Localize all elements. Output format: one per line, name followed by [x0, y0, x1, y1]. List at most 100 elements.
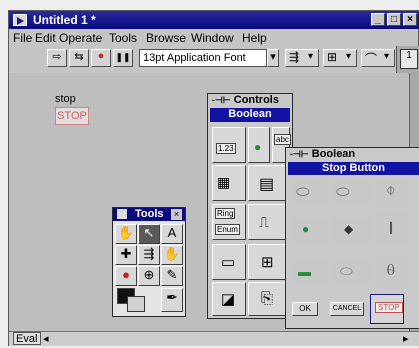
dialog-controls-button[interactable]: ⊞ — [248, 244, 290, 280]
run-button[interactable]: ⇨ — [47, 49, 67, 67]
select-icon: ⎘ — [261, 290, 274, 307]
run-continuously-button[interactable]: ⇆ — [69, 49, 89, 67]
ellipse-icon: ⬭ — [336, 184, 350, 201]
ring-label: Ring — [215, 208, 236, 219]
operating-mode[interactable]: Eval — [13, 332, 41, 345]
distribute-icon: ⊞ — [327, 50, 338, 64]
controls-palette: -⊣⊢ Controls Boolean 1.23 ● abc ▦ ▤ Ring… — [207, 93, 293, 319]
chevron-down-icon: ▾ — [346, 51, 352, 62]
array-icon: ▦ — [217, 174, 231, 190]
vi-icon[interactable]: 1 — [400, 49, 418, 69]
scroll-right-arrow[interactable]: ▸ — [403, 332, 409, 345]
button-icon: ◆ — [344, 222, 354, 236]
menu-tools[interactable]: Tools — [109, 31, 137, 45]
numeric-label: 1.23 — [216, 143, 236, 154]
boolean-palette-title: Boolean — [311, 148, 356, 160]
scroll-left-arrow[interactable]: ◂ — [43, 332, 49, 345]
toolbar: ⇨ ⇆ ● ❚❚ 13pt Application Font ▾ ⇶ ▾ ⊞ ▾… — [9, 46, 419, 70]
io-icon: ⎍ — [259, 214, 269, 230]
menu-bar: File Edit Operate Tools Browse Window He… — [9, 30, 419, 46]
tools-close-button[interactable]: × — [171, 209, 182, 220]
chevron-down-icon: ▾ — [384, 51, 390, 62]
decorations-button[interactable]: ◪ — [212, 282, 246, 316]
reorder-icon: ⌒ — [365, 52, 378, 66]
rect-button[interactable]: ⬭ — [332, 262, 372, 282]
menu-help[interactable]: Help — [242, 31, 267, 45]
pause-button[interactable]: ❚❚ — [113, 49, 133, 67]
dialog-icon: ⊞ — [261, 254, 274, 271]
io-controls-button[interactable]: ⎍ — [248, 204, 290, 240]
square-led-button[interactable]: ▬ — [292, 262, 328, 282]
chevron-down-icon: ▾ — [308, 51, 314, 62]
switch-icon: ❙ — [386, 220, 397, 234]
background-color-swatch — [127, 296, 145, 312]
stop-button-preview: STOP — [375, 302, 403, 313]
refnum-icon: ▭ — [221, 254, 236, 271]
abort-button[interactable]: ● — [91, 49, 111, 67]
boolean-palette: -⊣⊢ Boolean Stop Button ⬭ ⬭ ⌽ ● ◆ ❙ ▬ ⬭ … — [285, 147, 419, 329]
string-label: abc — [274, 134, 291, 145]
menu-browse[interactable]: Browse — [146, 31, 186, 45]
toggle-icon: ⌽ — [386, 182, 396, 199]
round-led-button[interactable]: ● — [292, 218, 328, 244]
slide-switch-button[interactable]: ❙ — [376, 214, 408, 246]
maximize-button[interactable]: □ — [387, 13, 401, 26]
table-icon: ▤ — [259, 176, 275, 193]
operate-value-tool[interactable]: ✋ — [115, 224, 137, 244]
refnum-button[interactable]: ▭ — [212, 244, 246, 280]
labview-app-icon — [13, 14, 27, 26]
minimize-button[interactable]: _ — [371, 13, 385, 26]
boolean-controls-button[interactable]: ● — [248, 127, 270, 163]
ellipse-icon: ⬭ — [296, 184, 310, 201]
flat-switch-button[interactable]: ⬭ — [292, 182, 328, 204]
position-size-tool[interactable]: ↖ — [138, 224, 160, 244]
push-button[interactable]: ◆ — [332, 218, 372, 244]
distribute-objects-button[interactable]: ⊞ ▾ — [323, 49, 357, 67]
close-button[interactable]: × — [403, 13, 417, 26]
toggle-icon: ⍬ — [386, 262, 396, 279]
vi-icon-number: 1 — [406, 50, 412, 61]
font-selector[interactable]: 13pt Application Font — [139, 49, 267, 67]
menu-window[interactable]: Window — [191, 31, 234, 45]
object-shortcut-tool[interactable]: ⇶ — [138, 245, 160, 265]
vi-icon-pane: 1 — [396, 46, 419, 74]
brush-tool[interactable]: ✒ — [161, 288, 183, 312]
edit-text-tool[interactable]: A — [161, 224, 183, 244]
breakpoint-tool[interactable]: ● — [115, 266, 137, 286]
tools-app-icon — [117, 209, 127, 219]
cancel-button[interactable]: CANCEL — [330, 302, 364, 316]
menu-file[interactable]: File — [13, 31, 32, 45]
connect-wire-tool[interactable]: ✚ — [115, 245, 137, 265]
enum-label: Enum — [215, 224, 240, 235]
vertical-toggle-button[interactable]: ⍬ — [376, 256, 408, 288]
ok-button[interactable]: OK — [292, 302, 318, 316]
rocker-switch-button[interactable]: ⬭ — [332, 182, 372, 204]
array-cluster-button[interactable]: ▦ — [212, 165, 246, 201]
select-control-button[interactable]: ⎘ — [248, 282, 290, 316]
horizontal-scrollbar[interactable]: Eval ◂ ▸ — [9, 331, 419, 346]
get-color-tool[interactable]: ✎ — [161, 266, 183, 286]
stop-button-item[interactable]: STOP — [370, 294, 404, 324]
list-table-button[interactable]: ▤ — [248, 165, 290, 201]
stop-label: stop — [55, 93, 76, 105]
probe-tool[interactable]: ⊕ — [138, 266, 160, 286]
scroll-window-tool[interactable]: ✋ — [161, 245, 183, 265]
font-dropdown-arrow[interactable]: ▾ — [267, 49, 279, 67]
set-color-tool[interactable] — [117, 288, 155, 314]
ring-enum-button[interactable]: Ring Enum — [212, 204, 246, 240]
align-objects-button[interactable]: ⇶ ▾ — [285, 49, 319, 67]
stop-button[interactable]: STOP — [55, 107, 89, 125]
numeric-controls-button[interactable]: 1.23 — [212, 127, 246, 163]
toggle-switch-button[interactable]: ⌽ — [376, 178, 408, 208]
reorder-button[interactable]: ⌒ ▾ — [361, 49, 395, 67]
ellipse-icon: ⬭ — [340, 263, 353, 280]
tools-palette: Tools × ✋ ↖ A ✚ ⇶ ✋ ● ⊕ ✎ ✒ — [112, 207, 186, 317]
menu-operate[interactable]: Operate — [59, 31, 102, 45]
align-icon: ⇶ — [289, 50, 300, 64]
font-value: 13pt Application Font — [143, 52, 246, 64]
pin-icon[interactable]: -⊣⊢ — [212, 95, 231, 105]
menu-edit[interactable]: Edit — [35, 31, 56, 45]
controls-palette-subtitle: Boolean — [210, 108, 290, 122]
pin-icon[interactable]: -⊣⊢ — [290, 149, 309, 159]
square-led-icon: ▬ — [298, 264, 311, 279]
